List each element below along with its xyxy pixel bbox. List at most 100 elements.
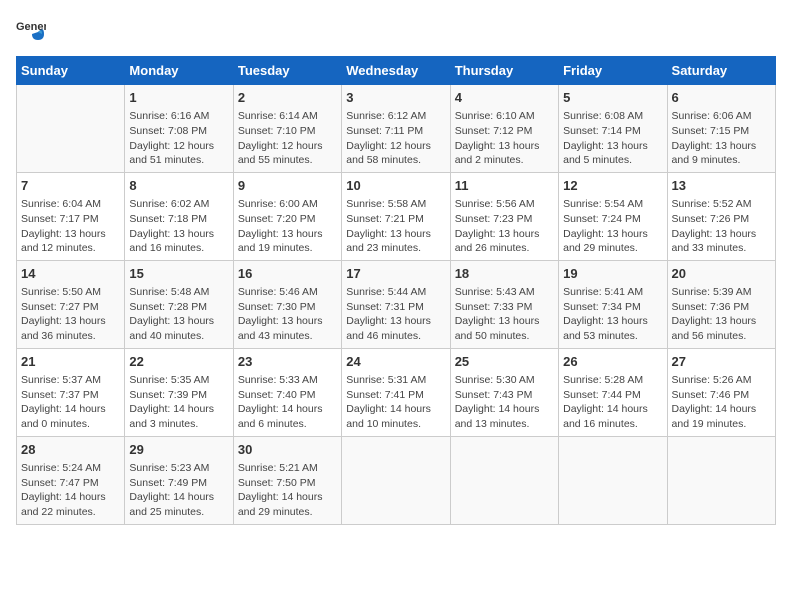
day-number: 30	[238, 441, 337, 459]
day-number: 9	[238, 177, 337, 195]
calendar-cell: 18Sunrise: 5:43 AMSunset: 7:33 PMDayligh…	[450, 260, 558, 348]
cell-line: Sunrise: 5:31 AM	[346, 373, 445, 388]
cell-content: Sunrise: 6:08 AMSunset: 7:14 PMDaylight:…	[563, 109, 662, 168]
cell-content: Sunrise: 5:41 AMSunset: 7:34 PMDaylight:…	[563, 285, 662, 344]
cell-line: Daylight: 14 hours	[346, 402, 445, 417]
day-number: 20	[672, 265, 771, 283]
day-number: 3	[346, 89, 445, 107]
cell-line: Sunset: 7:30 PM	[238, 300, 337, 315]
cell-line: Sunset: 7:41 PM	[346, 388, 445, 403]
cell-line: Sunrise: 5:56 AM	[455, 197, 554, 212]
calendar-cell: 4Sunrise: 6:10 AMSunset: 7:12 PMDaylight…	[450, 85, 558, 173]
cell-line: Sunset: 7:26 PM	[672, 212, 771, 227]
cell-line: Daylight: 12 hours	[129, 139, 228, 154]
cell-line: and 50 minutes.	[455, 329, 554, 344]
cell-line: Daylight: 13 hours	[455, 314, 554, 329]
cell-line: Sunset: 7:23 PM	[455, 212, 554, 227]
cell-content: Sunrise: 5:21 AMSunset: 7:50 PMDaylight:…	[238, 461, 337, 520]
cell-line: Sunset: 7:50 PM	[238, 476, 337, 491]
cell-content: Sunrise: 5:52 AMSunset: 7:26 PMDaylight:…	[672, 197, 771, 256]
cell-line: and 0 minutes.	[21, 417, 120, 432]
logo: General	[16, 16, 50, 46]
day-of-week-friday: Friday	[559, 57, 667, 85]
cell-line: Daylight: 13 hours	[21, 227, 120, 242]
cell-content: Sunrise: 5:31 AMSunset: 7:41 PMDaylight:…	[346, 373, 445, 432]
calendar-cell: 12Sunrise: 5:54 AMSunset: 7:24 PMDayligh…	[559, 172, 667, 260]
cell-line: Sunset: 7:15 PM	[672, 124, 771, 139]
cell-line: Sunrise: 5:48 AM	[129, 285, 228, 300]
cell-line: Sunset: 7:49 PM	[129, 476, 228, 491]
cell-line: Sunrise: 6:16 AM	[129, 109, 228, 124]
cell-line: Sunrise: 5:54 AM	[563, 197, 662, 212]
cell-content: Sunrise: 6:00 AMSunset: 7:20 PMDaylight:…	[238, 197, 337, 256]
cell-line: Sunset: 7:17 PM	[21, 212, 120, 227]
cell-content: Sunrise: 5:30 AMSunset: 7:43 PMDaylight:…	[455, 373, 554, 432]
day-of-week-saturday: Saturday	[667, 57, 775, 85]
calendar-cell: 27Sunrise: 5:26 AMSunset: 7:46 PMDayligh…	[667, 348, 775, 436]
cell-line: Sunset: 7:10 PM	[238, 124, 337, 139]
cell-content: Sunrise: 5:58 AMSunset: 7:21 PMDaylight:…	[346, 197, 445, 256]
cell-line: Sunrise: 5:23 AM	[129, 461, 228, 476]
cell-line: Sunset: 7:28 PM	[129, 300, 228, 315]
cell-line: Sunset: 7:47 PM	[21, 476, 120, 491]
cell-content: Sunrise: 5:46 AMSunset: 7:30 PMDaylight:…	[238, 285, 337, 344]
cell-line: Sunrise: 6:04 AM	[21, 197, 120, 212]
cell-line: Sunrise: 5:43 AM	[455, 285, 554, 300]
cell-line: Sunrise: 5:52 AM	[672, 197, 771, 212]
cell-line: Daylight: 13 hours	[672, 314, 771, 329]
cell-line: Sunset: 7:37 PM	[21, 388, 120, 403]
cell-content: Sunrise: 6:06 AMSunset: 7:15 PMDaylight:…	[672, 109, 771, 168]
cell-line: and 36 minutes.	[21, 329, 120, 344]
calendar-cell: 5Sunrise: 6:08 AMSunset: 7:14 PMDaylight…	[559, 85, 667, 173]
cell-line: Daylight: 13 hours	[563, 139, 662, 154]
days-header-row: SundayMondayTuesdayWednesdayThursdayFrid…	[17, 57, 776, 85]
day-number: 6	[672, 89, 771, 107]
calendar-cell: 19Sunrise: 5:41 AMSunset: 7:34 PMDayligh…	[559, 260, 667, 348]
calendar-cell: 7Sunrise: 6:04 AMSunset: 7:17 PMDaylight…	[17, 172, 125, 260]
cell-line: Sunrise: 5:28 AM	[563, 373, 662, 388]
cell-line: Sunrise: 5:26 AM	[672, 373, 771, 388]
day-of-week-wednesday: Wednesday	[342, 57, 450, 85]
calendar-cell	[667, 436, 775, 524]
day-of-week-tuesday: Tuesday	[233, 57, 341, 85]
cell-line: Daylight: 13 hours	[346, 314, 445, 329]
cell-line: Daylight: 14 hours	[238, 402, 337, 417]
cell-content: Sunrise: 6:04 AMSunset: 7:17 PMDaylight:…	[21, 197, 120, 256]
cell-line: and 40 minutes.	[129, 329, 228, 344]
cell-line: Daylight: 13 hours	[563, 314, 662, 329]
cell-content: Sunrise: 5:37 AMSunset: 7:37 PMDaylight:…	[21, 373, 120, 432]
calendar-cell: 25 Sunrise: 5:30 AMSunset: 7:43 PMDayligh…	[450, 348, 558, 436]
cell-line: Daylight: 13 hours	[129, 227, 228, 242]
cell-line: Daylight: 13 hours	[672, 139, 771, 154]
cell-line: Daylight: 13 hours	[455, 139, 554, 154]
calendar-cell: 26Sunrise: 5:28 AMSunset: 7:44 PMDayligh…	[559, 348, 667, 436]
calendar-cell: 6 Sunrise: 6:06 AMSunset: 7:15 PMDaylight…	[667, 85, 775, 173]
cell-line: and 53 minutes.	[563, 329, 662, 344]
calendar-cell: 24Sunrise: 5:31 AMSunset: 7:41 PMDayligh…	[342, 348, 450, 436]
day-number: 25	[455, 353, 554, 371]
cell-line: and 9 minutes.	[672, 153, 771, 168]
day-number: 13	[672, 177, 771, 195]
calendar-cell: 1Sunrise: 6:16 AMSunset: 7:08 PMDaylight…	[125, 85, 233, 173]
cell-line: Daylight: 13 hours	[21, 314, 120, 329]
cell-line: Sunrise: 6:12 AM	[346, 109, 445, 124]
cell-line: Sunrise: 6:14 AM	[238, 109, 337, 124]
cell-line: Sunset: 7:08 PM	[129, 124, 228, 139]
cell-line: Sunset: 7:18 PM	[129, 212, 228, 227]
cell-line: and 25 minutes.	[129, 505, 228, 520]
calendar-cell: 13 Sunrise: 5:52 AMSunset: 7:26 PMDayligh…	[667, 172, 775, 260]
cell-line: and 46 minutes.	[346, 329, 445, 344]
calendar-cell: 28Sunrise: 5:24 AMSunset: 7:47 PMDayligh…	[17, 436, 125, 524]
cell-content: Sunrise: 5:26 AMSunset: 7:46 PMDaylight:…	[672, 373, 771, 432]
cell-content: Sunrise: 5:43 AMSunset: 7:33 PMDaylight:…	[455, 285, 554, 344]
cell-content: Sunrise: 5:24 AMSunset: 7:47 PMDaylight:…	[21, 461, 120, 520]
day-number: 15	[129, 265, 228, 283]
logo-icon: General	[16, 16, 46, 46]
cell-line: Sunset: 7:40 PM	[238, 388, 337, 403]
cell-line: Daylight: 13 hours	[238, 227, 337, 242]
calendar-cell: 21Sunrise: 5:37 AMSunset: 7:37 PMDayligh…	[17, 348, 125, 436]
cell-content: Sunrise: 5:33 AMSunset: 7:40 PMDaylight:…	[238, 373, 337, 432]
cell-content: Sunrise: 5:50 AMSunset: 7:27 PMDaylight:…	[21, 285, 120, 344]
cell-line: Sunrise: 5:30 AM	[455, 373, 554, 388]
week-row-4: 21Sunrise: 5:37 AMSunset: 7:37 PMDayligh…	[17, 348, 776, 436]
